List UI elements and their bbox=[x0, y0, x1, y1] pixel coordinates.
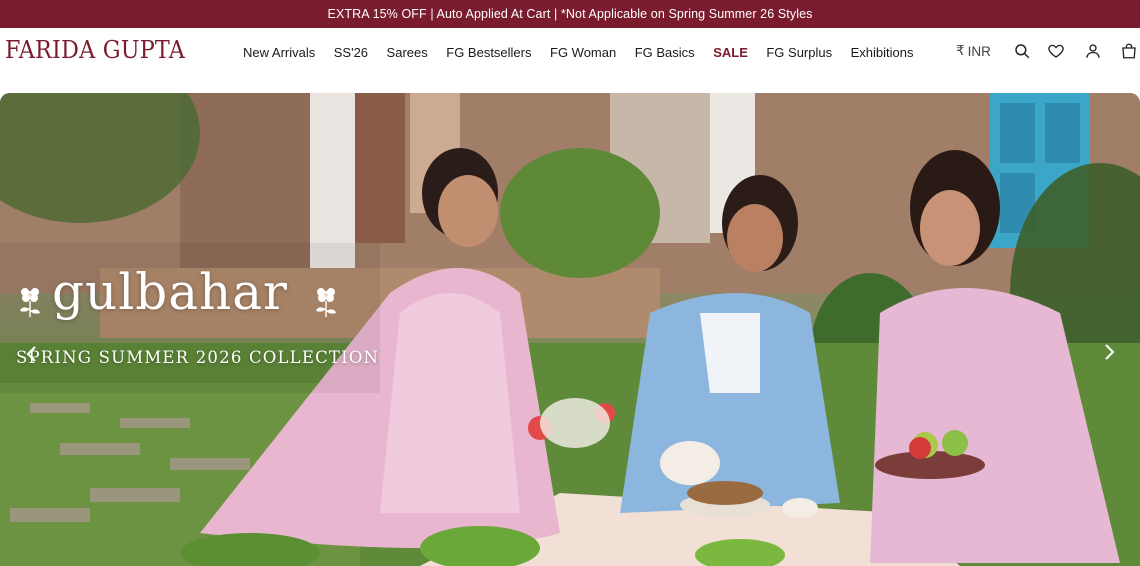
nav-sale[interactable]: SALE bbox=[713, 45, 748, 60]
brand-logo[interactable]: FARIDA GUPTA bbox=[5, 36, 185, 64]
hero-subtitle: SPRING SUMMER 2026 COLLECTION bbox=[16, 348, 380, 367]
hero-banner[interactable]: gulbahar SPRING SUMMER 2026 COLLECTION bbox=[0, 93, 1140, 566]
nav-fg-surplus[interactable]: FG Surplus bbox=[766, 45, 832, 60]
hero-photo bbox=[0, 93, 1140, 566]
currency-symbol: ₹ bbox=[956, 43, 965, 58]
account-user-icon[interactable] bbox=[1083, 41, 1103, 61]
nav-exhibitions[interactable]: Exhibitions bbox=[851, 45, 914, 60]
nav-sarees[interactable]: Sarees bbox=[387, 45, 428, 60]
promo-text: EXTRA 15% OFF | Auto Applied At Cart | *… bbox=[327, 7, 813, 21]
hero-title: gulbahar bbox=[52, 263, 288, 321]
nav-fg-woman[interactable]: FG Woman bbox=[550, 45, 616, 60]
cart-bag-icon[interactable] bbox=[1119, 41, 1139, 61]
main-nav: New Arrivals SS'26 Sarees FG Bestsellers… bbox=[243, 28, 932, 76]
search-icon[interactable] bbox=[1012, 41, 1032, 61]
site-header: FARIDA GUPTA New Arrivals SS'26 Sarees F… bbox=[0, 28, 1140, 76]
nav-ss26[interactable]: SS'26 bbox=[334, 45, 368, 60]
chevron-left-icon[interactable] bbox=[21, 339, 43, 369]
chevron-right-icon[interactable] bbox=[1098, 337, 1120, 367]
flower-icon bbox=[16, 285, 44, 319]
flower-icon bbox=[312, 285, 340, 319]
nav-fg-basics[interactable]: FG Basics bbox=[635, 45, 695, 60]
promo-bar: EXTRA 15% OFF | Auto Applied At Cart | *… bbox=[0, 0, 1140, 28]
currency-code: INR bbox=[967, 43, 991, 59]
nav-new-arrivals[interactable]: New Arrivals bbox=[243, 45, 315, 60]
nav-fg-bestsellers[interactable]: FG Bestsellers bbox=[446, 45, 531, 60]
wishlist-heart-icon[interactable] bbox=[1046, 41, 1066, 61]
currency-selector[interactable]: ₹ INR bbox=[956, 43, 991, 59]
